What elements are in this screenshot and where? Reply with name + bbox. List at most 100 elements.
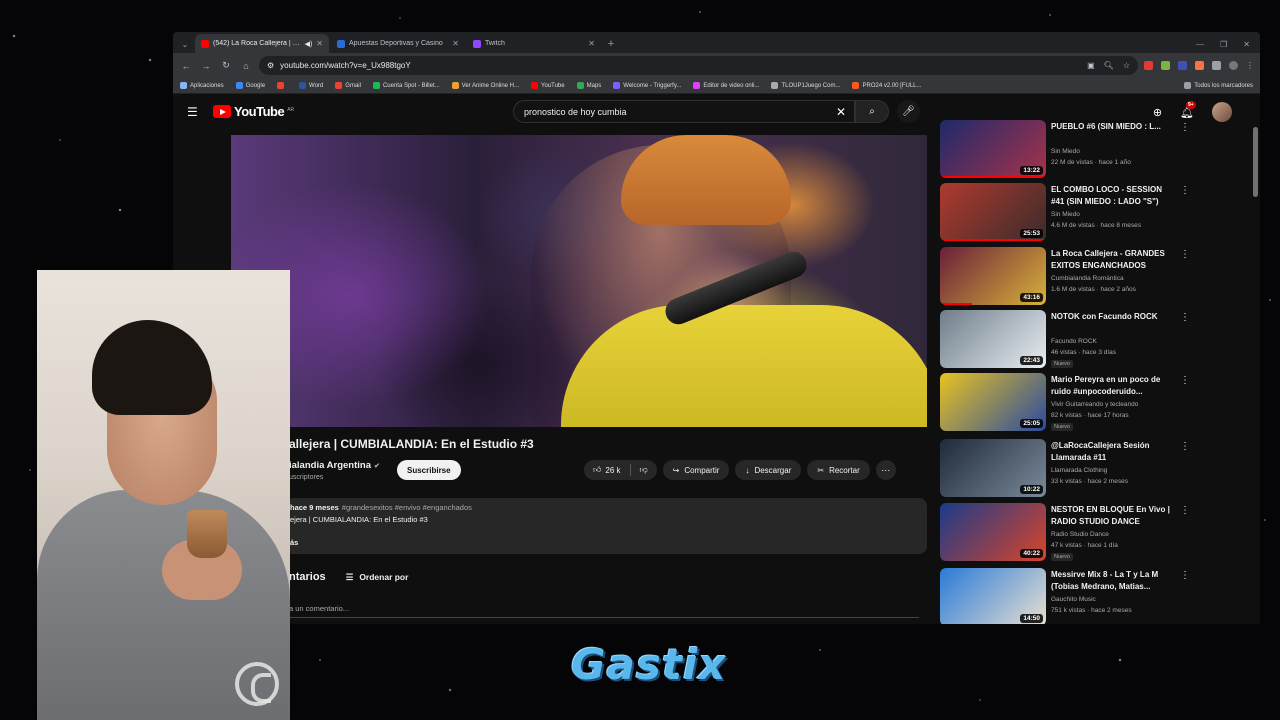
video-thumbnail[interactable]: 14:50 <box>940 568 1046 624</box>
clear-search-icon[interactable]: ✕ <box>836 105 846 119</box>
profile-icon[interactable] <box>1229 61 1238 70</box>
video-thumbnail[interactable]: 22:43 <box>940 310 1046 368</box>
recommended-video[interactable]: 10:22 @LaRocaCallejera Sesión Llamarada #… <box>940 439 1240 499</box>
bookmark-item[interactable]: Maps <box>576 82 601 89</box>
reload-icon[interactable]: ↻ <box>219 60 233 71</box>
create-video-icon[interactable]: ⊕ <box>1153 106 1162 119</box>
bookmark-item[interactable]: Welcome - Triggerfy... <box>613 82 681 89</box>
video-thumbnail[interactable]: 10:22 <box>940 439 1046 497</box>
bookmark-star-icon[interactable]: ☆ <box>1123 61 1130 70</box>
tab-twitch[interactable]: Twitch ✕ <box>467 34 601 53</box>
recommended-title[interactable]: @LaRocaCallejera Sesión Llamarada #11 <box>1051 440 1175 464</box>
recommended-title[interactable]: PUEBLO #6 (SIN MIEDO : L... <box>1051 121 1175 133</box>
clip-button[interactable]: ✂ Recortar <box>807 460 870 480</box>
more-options-icon[interactable]: ⋮ <box>1180 375 1190 386</box>
more-options-icon[interactable]: ⋮ <box>1180 570 1190 581</box>
close-tab-icon[interactable]: ✕ <box>316 39 323 48</box>
recommended-title[interactable]: EL COMBO LOCO - SESSION #41 (SIN MIEDO :… <box>1051 184 1175 208</box>
more-options-icon[interactable]: ⋮ <box>1180 441 1190 452</box>
more-options-icon[interactable]: ⋮ <box>1180 122 1190 133</box>
notifications-button[interactable]: 🔔︎ 9+ <box>1180 100 1196 119</box>
avatar[interactable] <box>1212 102 1232 122</box>
more-options-icon[interactable]: ⋮ <box>1180 505 1190 516</box>
download-button[interactable]: ↓ Descargar <box>735 460 802 480</box>
recommended-title[interactable]: La Roca Callejera - GRANDES EXITOS ENGAN… <box>1051 248 1175 272</box>
tab-apuestas[interactable]: Apuestas Deportivas y Casino ✕ <box>331 34 465 53</box>
recommended-channel[interactable]: Radio Studio Dance <box>1051 531 1109 538</box>
menu-icon[interactable]: ☰ <box>187 105 203 119</box>
page-scrollbar[interactable] <box>1253 127 1258 197</box>
recommended-title[interactable]: Messirve Mix 8 - La T y La M (Tobias Med… <box>1051 569 1175 593</box>
minimize-icon[interactable]: — <box>1196 40 1204 49</box>
bookmark-item[interactable]: YouTube <box>531 82 565 89</box>
extension-green-icon[interactable] <box>1161 61 1170 70</box>
video-player[interactable] <box>231 135 927 427</box>
back-icon[interactable]: ← <box>179 61 193 71</box>
like-button[interactable]: 👍︎ 26 k <box>584 460 630 480</box>
recommended-channel[interactable]: Cumbialandia Romántica <box>1051 275 1124 282</box>
recommended-channel[interactable]: Sin Miedo <box>1051 211 1080 218</box>
extension-red-icon[interactable] <box>1144 61 1153 70</box>
video-thumbnail[interactable]: 25:05 <box>940 373 1046 431</box>
share-button[interactable]: ↪ Compartir <box>662 460 730 480</box>
recommended-video[interactable]: 13:22 PUEBLO #6 (SIN MIEDO : L... Sin Mied… <box>940 120 1240 180</box>
bookmark-item[interactable]: Cuenta Spot - Billet... <box>372 82 440 89</box>
bookmark-item[interactable] <box>277 82 287 89</box>
search-button[interactable]: ⌕ <box>855 100 889 123</box>
bookmark-item[interactable]: TLOUP1Juego Com... <box>771 82 840 89</box>
tab-youtube[interactable]: (542) La Roca Callejera | CU ◀) ✕ <box>195 34 329 53</box>
channel-name[interactable]: ialandia Argentina ✔ <box>289 460 380 471</box>
more-actions-button[interactable]: ⋯ <box>875 460 896 480</box>
zoom-icon[interactable]: 🔍︎ <box>1104 61 1114 70</box>
voice-search-button[interactable]: 🎤︎ <box>897 100 920 123</box>
recommended-channel[interactable]: Sin Miedo <box>1051 148 1080 155</box>
bookmark-item[interactable]: Ver Anime Online H... <box>451 82 519 89</box>
dislike-button[interactable]: 👎︎ <box>631 460 657 480</box>
recommended-video[interactable]: 14:50 Messirve Mix 8 - La T y La M (Tobia… <box>940 568 1240 624</box>
recommended-video[interactable]: 25:53 EL COMBO LOCO - SESSION #41 (SIN MI… <box>940 183 1240 243</box>
video-thumbnail[interactable]: 43:16 <box>940 247 1046 305</box>
address-bar[interactable]: ⚙ youtube.com/watch?v=e_Ux988tgoY ▣ 🔍︎ ☆ <box>259 56 1138 75</box>
speaker-icon[interactable]: ◀) <box>305 40 313 48</box>
description-box[interactable]: hace 9 meses #grandesexitos #envivo #enga… <box>285 498 927 554</box>
recommended-channel[interactable]: Facundo ROCK <box>1051 338 1097 345</box>
tab-search-icon[interactable]: ⌄ <box>177 35 193 53</box>
video-thumbnail[interactable]: 25:53 <box>940 183 1046 241</box>
home-icon[interactable]: ⌂ <box>239 61 253 71</box>
hashtags[interactable]: #grandesexitos #envivo #enganchados <box>342 503 472 512</box>
more-options-icon[interactable]: ⋮ <box>1180 312 1190 323</box>
all-bookmarks-button[interactable]: Todos los marcadores <box>1184 82 1253 89</box>
extensions-puzzle-icon[interactable] <box>1212 61 1221 70</box>
recommended-video[interactable]: 25:05 Mario Pereyra en un poco de ruido #… <box>940 373 1240 433</box>
bookmark-item[interactable]: Editor de video onli... <box>693 82 759 89</box>
maximize-icon[interactable]: ❐ <box>1220 40 1227 49</box>
extension-orange-icon[interactable] <box>1195 61 1204 70</box>
more-options-icon[interactable]: ⋮ <box>1180 185 1190 196</box>
bookmark-item[interactable]: Aplicaciones <box>180 82 224 89</box>
install-app-icon[interactable]: ▣ <box>1087 61 1095 70</box>
recommended-channel[interactable]: Gauchito Music <box>1051 596 1096 603</box>
bookmark-item[interactable]: PRO24 v2.00 [FULL... <box>852 82 922 89</box>
more-options-icon[interactable]: ⋮ <box>1180 249 1190 260</box>
bookmark-item[interactable]: Google <box>235 82 265 89</box>
new-tab-button[interactable]: + <box>603 35 619 53</box>
recommended-title[interactable]: NOTOK con Facundo ROCK <box>1051 311 1175 323</box>
recommended-video[interactable]: 43:16 La Roca Callejera - GRANDES EXITOS … <box>940 247 1240 307</box>
close-tab-icon[interactable]: ✕ <box>588 39 595 48</box>
recommended-channel[interactable]: Vivir Guitarreando y tecleando <box>1051 401 1138 408</box>
video-thumbnail[interactable]: 13:22 <box>940 120 1046 178</box>
bookmark-item[interactable]: Gmail <box>335 82 361 89</box>
recommended-title[interactable]: Mario Pereyra en un poco de ruido #unpoc… <box>1051 374 1175 398</box>
subscribe-button[interactable]: Suscribirse <box>397 460 461 480</box>
recommended-title[interactable]: NESTOR EN BLOQUE En Vivo | RADIO STUDIO … <box>1051 504 1175 528</box>
recommended-video[interactable]: 40:22 NESTOR EN BLOQUE En Vivo | RADIO ST… <box>940 503 1240 563</box>
extension-blue-icon[interactable] <box>1178 61 1187 70</box>
close-window-icon[interactable]: ✕ <box>1243 40 1250 49</box>
sort-comments-button[interactable]: ☰ Ordenar por <box>346 572 409 583</box>
recommended-channel[interactable]: Llamarada Clothing <box>1051 467 1107 474</box>
forward-icon[interactable]: → <box>199 61 213 71</box>
show-more-link[interactable]: ás <box>290 538 922 547</box>
site-info-icon[interactable]: ⚙ <box>267 61 274 70</box>
search-input[interactable]: pronostico de hoy cumbia ✕ <box>513 100 855 123</box>
add-comment-input[interactable]: a un comentario... <box>289 604 919 618</box>
